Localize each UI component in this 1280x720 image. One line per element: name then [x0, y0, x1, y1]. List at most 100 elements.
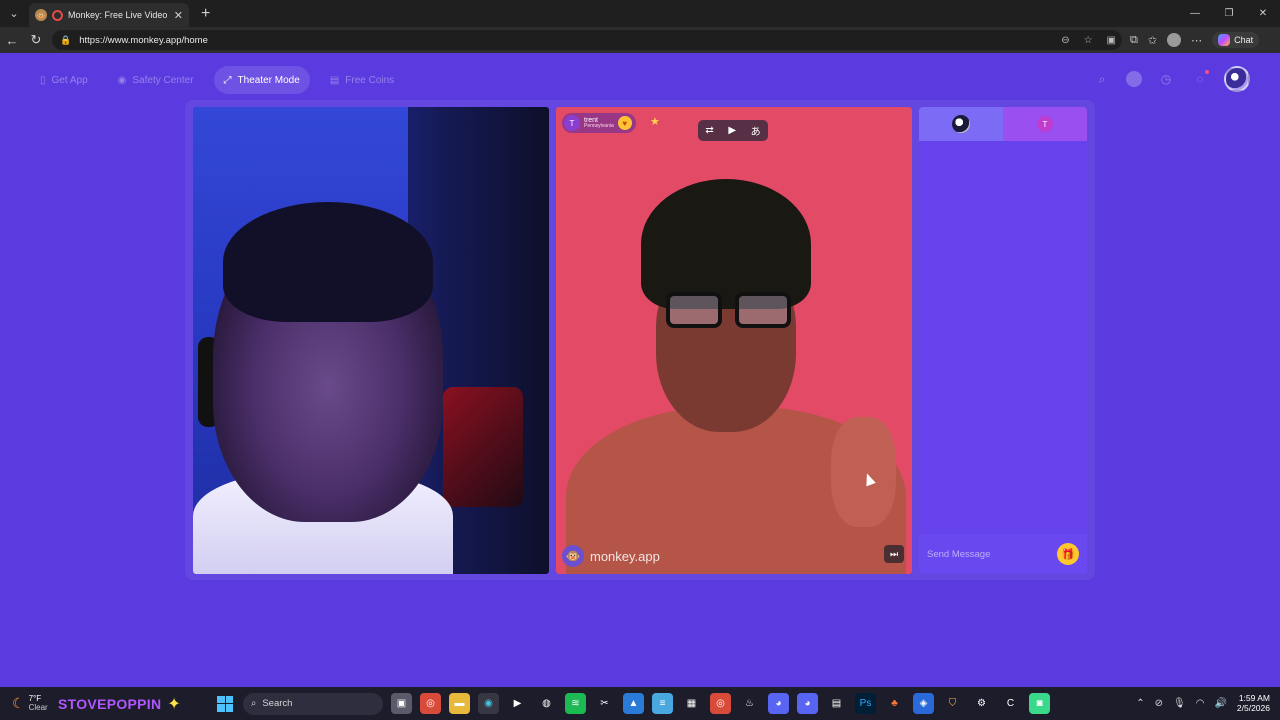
discord-2-icon[interactable]: ◕ [797, 693, 818, 714]
history-icon[interactable]: ◷ [1156, 69, 1176, 89]
close-window-button[interactable]: ✕ [1246, 0, 1280, 27]
browser-tab[interactable]: 🐵 Monkey: Free Live Video Chat ✕ [29, 3, 189, 27]
camera-icon[interactable]: ▣ [1107, 35, 1116, 46]
epic-games-icon[interactable]: ▤ [826, 693, 847, 714]
nav-label: Get App [51, 74, 88, 86]
person-hair [223, 202, 433, 322]
nav-free-coins[interactable]: ▤ Free Coins [320, 66, 404, 94]
streamer-logo-icon: ✦ [167, 695, 181, 713]
chat-tab-self[interactable] [919, 107, 1003, 141]
nav-theater-mode[interactable]: ⤢ Theater Mode [213, 66, 310, 94]
settings-icon[interactable]: ⚙ [971, 693, 992, 714]
keyboard-icon[interactable]: ▦ [681, 693, 702, 714]
profile-avatar[interactable] [1167, 33, 1182, 47]
nav-label: Theater Mode [237, 74, 300, 86]
messages-icon[interactable]: ◌ [1190, 69, 1210, 89]
next-button[interactable]: ⏭ [884, 545, 904, 563]
network-off-icon[interactable]: ⊘ [1155, 698, 1163, 709]
chat-tabs: T [919, 107, 1087, 141]
task-view-icon[interactable]: ▣ [391, 693, 412, 714]
address-bar[interactable]: 🔒 https://www.monkey.app/home ⊖ ☆ ▣ [52, 30, 1122, 50]
medal-icon: ★ [650, 116, 660, 128]
favorites-icon[interactable]: ✩ [1148, 34, 1157, 47]
user-avatar[interactable] [1224, 66, 1250, 92]
system-tray: ⌃ ⊘ 🎙 ◠ 🔊 1:59 AM 2/5/2026 [1136, 687, 1270, 720]
clock-date: 2/5/2026 [1236, 702, 1270, 713]
edge-icon[interactable]: ◉ [478, 693, 499, 714]
chrome-icon[interactable]: ◎ [420, 693, 441, 714]
chat-panel: T Send Message 🎁 [919, 107, 1087, 574]
capcut-icon[interactable]: ✂ [594, 693, 615, 714]
microphone-icon[interactable]: 🎙 [1173, 698, 1186, 709]
local-video [193, 107, 549, 574]
site-header-actions: ⌕ ◷ ◌ [1092, 66, 1250, 92]
chat-input[interactable]: Send Message 🎁 [919, 534, 1087, 574]
peer-glasses [666, 292, 791, 328]
clock[interactable]: 1:59 AM 2/5/2026 [1236, 693, 1270, 714]
zoom-icon[interactable]: ⊖ [1061, 35, 1069, 46]
minimize-button[interactable]: — [1178, 0, 1212, 27]
peer-location: Pennsylvania [584, 123, 614, 129]
tab-close-icon[interactable]: ✕ [174, 9, 183, 22]
back-button[interactable]: ← [0, 29, 24, 51]
search-label: Search [262, 698, 293, 709]
volume-icon[interactable]: 🔊 [1214, 698, 1226, 709]
chrome-2-icon[interactable]: ◎ [710, 693, 731, 714]
watermark-text: monkey.app [590, 548, 660, 564]
nav-safety-center[interactable]: ◉ Safety Center [108, 66, 204, 94]
chevron-up-icon[interactable]: ⌃ [1136, 698, 1144, 709]
notepad-icon[interactable]: ≡ [652, 693, 673, 714]
nav-label: Safety Center [132, 74, 194, 86]
new-tab-button[interactable]: + [201, 5, 210, 23]
photoshop-icon[interactable]: Ps [855, 693, 876, 714]
streamer-name: STOVEPOPPIN [58, 695, 162, 712]
gift-icon[interactable]: 🎁 [1057, 543, 1079, 565]
site-info-icon[interactable]: 🔒 [60, 35, 71, 46]
url-text[interactable]: https://www.monkey.app/home [79, 35, 1053, 46]
tab-list-button[interactable]: ⌄ [3, 4, 25, 24]
spotify-icon[interactable]: ≋ [565, 693, 586, 714]
monkey-watermark: 🐵 monkey.app [562, 545, 660, 567]
picture-in-picture-icon[interactable]: ▶ [728, 125, 736, 136]
app-blue-icon[interactable]: ◈ [913, 693, 934, 714]
search-icon[interactable]: ⌕ [1092, 69, 1112, 89]
recording-icon [52, 9, 63, 21]
file-explorer-icon[interactable]: ▬ [449, 693, 470, 714]
discord-icon[interactable]: ◕ [768, 693, 789, 714]
game-app-icon[interactable]: ♣ [884, 693, 905, 714]
taskbar-search[interactable]: ⌕ Search [243, 692, 383, 715]
browser-tab-bar: ⌄ 🐵 Monkey: Free Live Video Chat ✕ + — ❐… [0, 0, 1280, 27]
ccleaner-icon[interactable]: C [1000, 693, 1021, 714]
more-options-icon[interactable]: ⋯ [1191, 34, 1202, 47]
refresh-button[interactable]: ↻ [24, 29, 48, 51]
restore-button[interactable]: ❐ [1212, 0, 1246, 27]
weather-widget[interactable]: ☾ 7°F Clear [12, 694, 52, 712]
monkey-favicon-icon: 🐵 [35, 9, 47, 21]
steam-icon[interactable]: ♨ [739, 693, 760, 714]
favorite-star-icon[interactable]: ☆ [1084, 35, 1093, 46]
media-player-icon[interactable]: ▶ [507, 693, 528, 714]
translate-icon[interactable]: あ [751, 123, 761, 138]
peer-badge[interactable]: T trent Pennsylvania ♥ [562, 113, 636, 133]
tab-title: Monkey: Free Live Video Chat [68, 10, 169, 20]
wifi-icon[interactable]: ◠ [1196, 698, 1205, 709]
extensions-icon[interactable]: ⧉ [1130, 34, 1138, 47]
address-toolbar: ← ↻ 🔒 https://www.monkey.app/home ⊖ ☆ ▣ … [0, 27, 1280, 53]
start-button[interactable] [215, 694, 235, 714]
heart-icon[interactable]: ♥ [617, 116, 632, 130]
weather-condition: Clear [28, 702, 48, 712]
photos-icon[interactable]: ▲ [623, 693, 644, 714]
android-app-icon[interactable]: ◙ [1029, 693, 1050, 714]
shield-app-icon[interactable]: ⛉ [942, 693, 963, 714]
nav-get-app[interactable]: ▯ Get App [30, 66, 98, 94]
copilot-chat-button[interactable]: Chat [1212, 32, 1260, 48]
weather-icon: ☾ [12, 695, 25, 711]
swap-video-icon[interactable]: ⇄ [705, 125, 713, 136]
search-icon: ⌕ [251, 698, 257, 709]
coin-icon[interactable] [1126, 71, 1142, 87]
chat-tab-peer[interactable]: T [1003, 107, 1087, 141]
copilot-label: Chat [1234, 35, 1254, 45]
obs-icon[interactable]: ◍ [536, 693, 557, 714]
message-input-placeholder[interactable]: Send Message [927, 549, 1057, 560]
coins-icon: ▤ [329, 74, 340, 86]
